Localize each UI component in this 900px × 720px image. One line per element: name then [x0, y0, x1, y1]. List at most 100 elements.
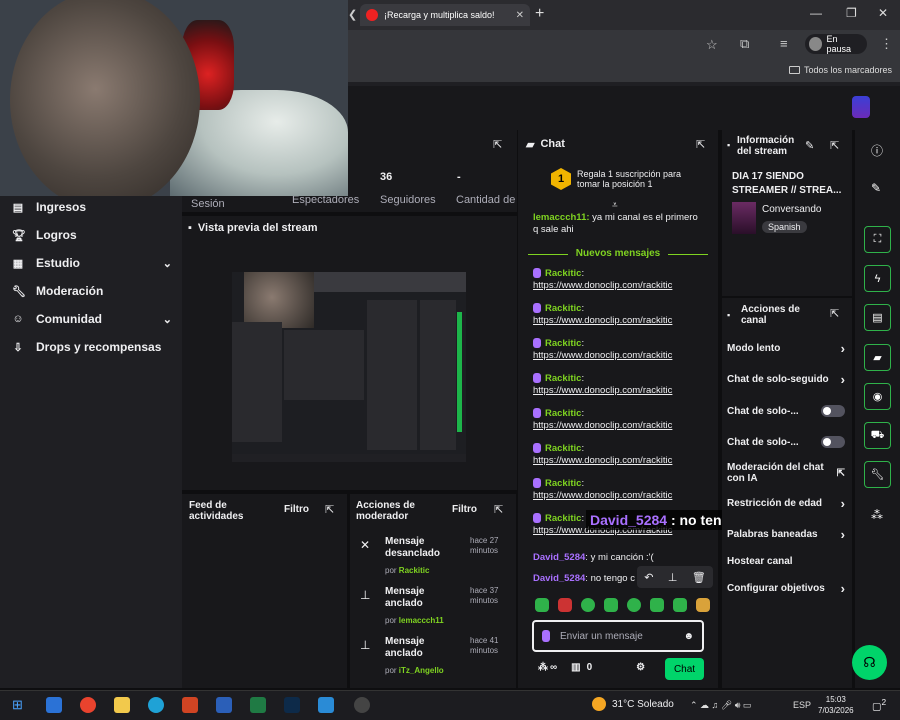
popout-icon[interactable]: ⇱ — [325, 503, 334, 516]
browser-tab[interactable]: ¡Recarga y multiplica saldo! ✕ — [360, 4, 530, 26]
action-banned-words[interactable]: Palabras baneadas › — [727, 528, 845, 541]
gear-icon[interactable]: ⚙ — [636, 662, 645, 673]
action-ai-moderation[interactable]: Moderación del chat con IA ⇱ — [727, 462, 845, 484]
new-tab-icon[interactable]: + — [535, 5, 544, 23]
pin-icon[interactable]: ⊥ — [668, 571, 678, 584]
toggle-switch[interactable] — [821, 405, 845, 417]
input-language[interactable]: ESP — [793, 700, 811, 710]
sidebar-item-drops[interactable]: ⇩ Drops y recompensas — [12, 340, 172, 354]
powerpoint-icon[interactable] — [182, 697, 198, 713]
restore-icon[interactable]: ❐ — [846, 6, 857, 20]
profile-button[interactable]: En pausa — [805, 34, 867, 54]
popout-icon[interactable]: ⇱ — [830, 307, 839, 320]
help-button[interactable]: ☊ — [852, 645, 887, 680]
more-icon[interactable]: ⁂ — [871, 508, 883, 522]
sidebar-item-ingresos[interactable]: ▤ Ingresos — [12, 200, 172, 214]
minimize-icon[interactable]: — — [810, 6, 822, 20]
action-host[interactable]: Hostear canal — [727, 556, 845, 567]
chat-user[interactable]: Rackitic — [545, 373, 581, 384]
toggle-switch[interactable] — [821, 436, 845, 448]
emote-icon[interactable] — [650, 598, 664, 612]
emote-icon[interactable] — [627, 598, 641, 612]
popout-icon[interactable]: ⇱ — [696, 138, 705, 151]
mod-user[interactable]: Rackitic — [399, 566, 430, 575]
close-window-icon[interactable]: ✕ — [878, 6, 888, 20]
action-followers-only[interactable]: Chat de solo-seguido › — [727, 373, 845, 386]
popout-icon[interactable]: ⇱ — [830, 139, 839, 152]
notifications-icon[interactable]: ▢2 — [872, 697, 886, 712]
file-explorer-icon[interactable] — [114, 697, 130, 713]
chat-link[interactable]: https://www.donoclip.com/rackitic — [533, 455, 672, 466]
activity-filter-button[interactable]: Filtro — [284, 504, 309, 515]
chrome-icon[interactable] — [80, 697, 96, 713]
chat-user[interactable]: Rackitic — [545, 338, 581, 349]
sidebar-item-moderacion[interactable]: 🔧︎ Moderación — [12, 284, 172, 298]
stream-preview-video[interactable] — [232, 272, 466, 462]
new-messages-divider[interactable]: Nuevos mensajes — [528, 248, 708, 259]
sidebar-item-estudio[interactable]: ▦ Estudio ⌄ — [12, 256, 172, 270]
chat-user[interactable]: Rackitic — [545, 443, 581, 454]
system-tray[interactable]: ⌃ ☁ ♫ 🎤︎ 🔊︎ ▭ — [690, 700, 751, 711]
chat-link[interactable]: https://www.donoclip.com/rackitic — [533, 420, 672, 431]
chat-user[interactable]: Rackitic — [545, 268, 581, 279]
browser-menu-icon[interactable]: ⋮ — [880, 36, 893, 52]
sidebar-item-comunidad[interactable]: ☺ Comunidad ⌄ — [12, 312, 172, 326]
chat-link[interactable]: https://www.donoclip.com/rackitic — [533, 315, 672, 326]
obs-icon[interactable] — [354, 697, 370, 713]
weather-widget[interactable]: 31°C Soleado — [592, 697, 674, 711]
chat-icon[interactable]: ▰ — [864, 344, 891, 371]
edge-icon[interactable] — [148, 697, 164, 713]
bookmark-star-icon[interactable]: ☆ — [706, 37, 718, 53]
word-icon[interactable] — [216, 697, 232, 713]
mod-user[interactable]: iTz_Angello — [399, 666, 444, 675]
emote-icon[interactable] — [696, 598, 710, 612]
gift-sub-banner[interactable]: 1 Regala 1 suscripción para tomar la pos… — [551, 168, 687, 190]
sidebar-item-logros[interactable]: 🏆︎ Logros — [12, 228, 172, 242]
action-age-restriction[interactable]: Restricción de edad › — [727, 497, 845, 510]
wrench-icon[interactable]: 🔧︎ — [864, 461, 891, 488]
broadcast-icon[interactable]: ◉ — [864, 383, 891, 410]
edit-icon[interactable]: ✎ — [871, 181, 881, 195]
delete-icon[interactable]: 🗑︎ — [692, 571, 706, 584]
chat-link[interactable]: https://www.donoclip.com/rackitic — [533, 280, 672, 291]
system-clock[interactable]: 15:03 7/03/2026 — [818, 694, 854, 716]
popout-icon[interactable]: ⇱ — [493, 138, 502, 151]
store-icon[interactable]: ▥ — [571, 662, 580, 673]
store-app-icon[interactable] — [318, 697, 334, 713]
chat-link[interactable]: https://www.donoclip.com/rackitic — [533, 490, 672, 501]
chat-user[interactable]: Rackitic — [545, 408, 581, 419]
media-control-icon[interactable]: ≡ — [780, 36, 788, 51]
chat-link[interactable]: https://www.donoclip.com/rackitic — [533, 385, 672, 396]
send-chat-button[interactable]: Chat — [665, 658, 704, 680]
all-bookmarks[interactable]: Todos los marcadores — [788, 65, 892, 75]
chat-user[interactable]: lemaccch11: — [533, 212, 590, 223]
lightning-icon[interactable]: ϟ — [864, 265, 891, 292]
chat-user[interactable]: Rackitic — [545, 303, 581, 314]
action-goals[interactable]: Configurar objetivos › — [727, 582, 845, 595]
emote-icon[interactable] — [535, 598, 549, 612]
action-emote-only[interactable]: Chat de solo-... — [727, 436, 845, 448]
excel-icon[interactable] — [250, 697, 266, 713]
popout-icon[interactable]: ⇱ — [494, 503, 503, 516]
user-avatar[interactable] — [852, 96, 870, 118]
chat-user[interactable]: David_5284 — [533, 552, 585, 563]
action-slow-mode[interactable]: Modo lento › — [727, 342, 845, 355]
chat-user[interactable]: David_5284 — [533, 573, 585, 584]
chat-link[interactable]: https://www.donoclip.com/rackitic — [533, 350, 672, 361]
mod-user[interactable]: lemaccch11 — [399, 616, 444, 625]
tab-close-icon[interactable]: ✕ — [516, 10, 524, 21]
emote-icon[interactable] — [673, 598, 687, 612]
chat-user[interactable]: Rackitic — [545, 478, 581, 489]
emote-icon[interactable] — [558, 598, 572, 612]
windows-start-icon[interactable]: ⊞ — [12, 697, 28, 713]
notes-icon[interactable]: ▤ — [864, 304, 891, 331]
extensions-icon[interactable]: ⧉ — [740, 36, 749, 52]
copilot-icon[interactable] — [46, 697, 62, 713]
chat-user[interactable]: Rackitic — [545, 513, 581, 524]
points-icon[interactable]: ⁂ — [538, 662, 548, 673]
emote-icon[interactable] — [604, 598, 618, 612]
tab-scroll-icon[interactable]: ❮ — [348, 8, 357, 21]
raid-icon[interactable]: ⛟ — [864, 422, 891, 449]
chat-input[interactable]: Enviar un mensaje ☻ — [532, 620, 704, 652]
edit-icon[interactable]: ✎ — [805, 139, 814, 152]
